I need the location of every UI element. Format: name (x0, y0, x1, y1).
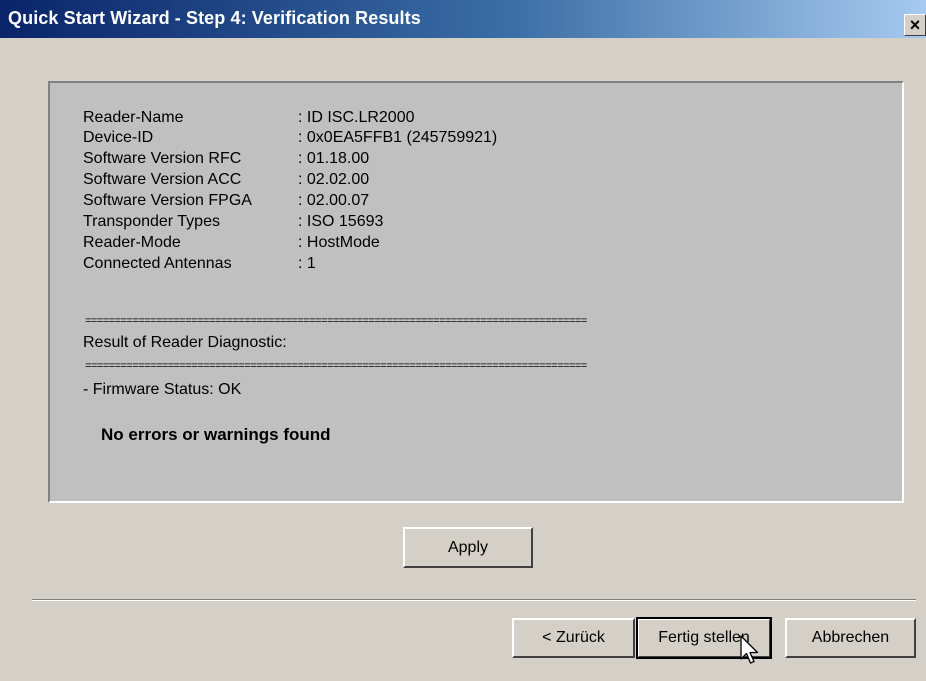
info-value-sw-rfc: : 01.18.00 (298, 150, 370, 167)
back-button[interactable]: < Zurück (512, 618, 635, 658)
firmware-status: - Firmware Status: OK (83, 381, 242, 398)
info-value-reader-name: : ID ISC.LR2000 (298, 109, 415, 126)
info-label-sw-rfc: Software Version RFC (83, 150, 242, 167)
diagnostic-heading: Result of Reader Diagnostic: (83, 334, 287, 351)
separator-line-top: ========================================… (85, 316, 587, 328)
info-value-device-id: : 0x0EA5FFB1 (245759921) (298, 129, 498, 146)
info-value-transponder-types: : ISO 15693 (298, 213, 384, 230)
info-value-sw-fpga: : 02.00.07 (298, 192, 370, 209)
mouse-pointer-icon (740, 635, 759, 664)
info-value-reader-mode: : HostMode (298, 234, 380, 251)
info-label-connected-antennas: Connected Antennas (83, 255, 232, 272)
info-label-sw-acc: Software Version ACC (83, 171, 242, 188)
info-label-reader-name: Reader-Name (83, 109, 184, 126)
divider (32, 599, 916, 601)
info-label-reader-mode: Reader-Mode (83, 234, 181, 251)
diagnostic-summary: No errors or warnings found (101, 425, 331, 444)
info-value-connected-antennas: : 1 (298, 255, 316, 272)
apply-button[interactable]: Apply (403, 527, 533, 568)
info-label-sw-fpga: Software Version FPGA (83, 192, 252, 209)
info-label-device-id: Device-ID (83, 129, 154, 146)
info-value-sw-acc: : 02.02.00 (298, 171, 370, 188)
cancel-button[interactable]: Abbrechen (785, 618, 916, 658)
close-icon: × (909, 15, 921, 35)
info-label-transponder-types: Transponder Types (83, 213, 220, 230)
close-button[interactable]: × (904, 14, 926, 36)
title-bar[interactable]: Quick Start Wizard - Step 4: Verificatio… (0, 0, 926, 38)
window-title: Quick Start Wizard - Step 4: Verificatio… (8, 8, 421, 28)
separator-line-bottom: ========================================… (85, 361, 587, 373)
